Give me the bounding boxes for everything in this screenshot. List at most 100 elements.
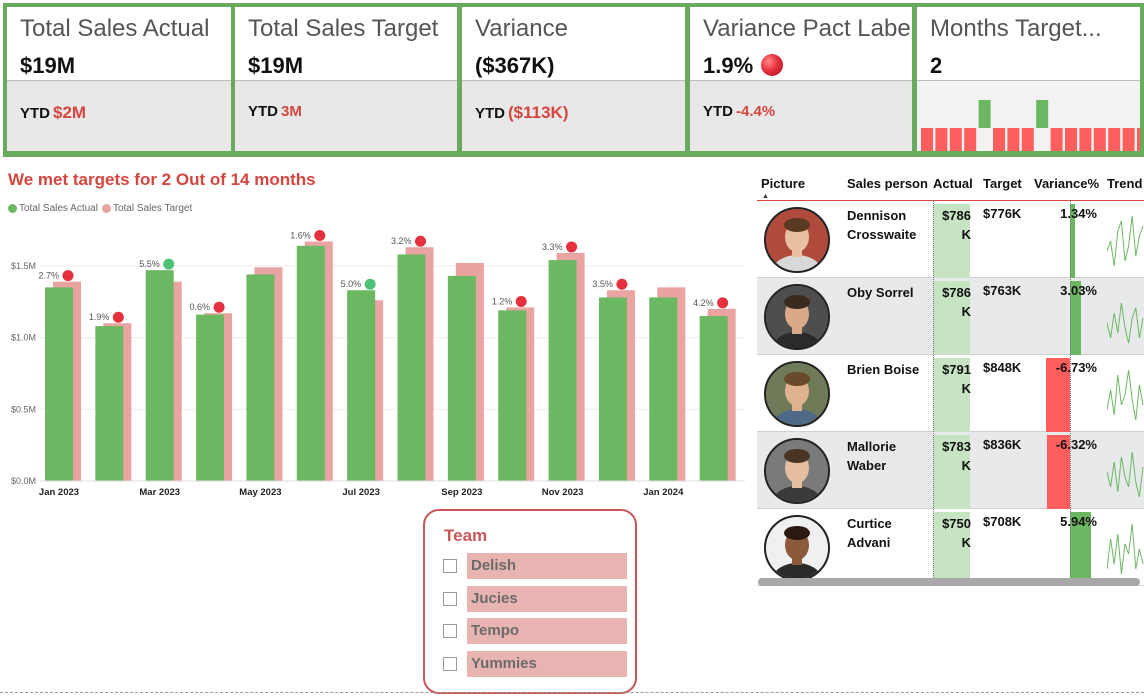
month-missed-bar: [1122, 128, 1135, 151]
checkbox[interactable]: [443, 559, 457, 573]
actual-value: $786 K: [942, 208, 971, 242]
team-option-tempo[interactable]: Tempo: [443, 618, 628, 644]
month-missed-bar: [921, 128, 933, 151]
trend-sparkline: [1107, 369, 1144, 421]
trend-sparkline: [1107, 302, 1144, 344]
actual-bar[interactable]: [598, 297, 627, 481]
actual-bar[interactable]: [45, 287, 73, 481]
team-option-yummies[interactable]: Yummies: [443, 651, 628, 677]
variance-data-label: 3.5%: [592, 279, 613, 289]
actual-bar[interactable]: [498, 310, 527, 481]
checkbox[interactable]: [443, 657, 457, 671]
table-row[interactable]: Curtice Advani $750 K $708K 5.94%: [757, 509, 1144, 586]
variance-data-label: 1.9%: [89, 312, 110, 322]
variance-value: 5.94%: [1060, 514, 1097, 529]
actual-bar[interactable]: [196, 314, 225, 481]
kpi-card-total-sales-actual[interactable]: Total Sales Actual $19M YTD $2M: [7, 7, 231, 151]
ytd-value: 3M: [281, 103, 302, 120]
kpi-card-months-target[interactable]: Months Target... 2: [917, 7, 1140, 151]
sales-person-name: Brien Boise: [847, 362, 920, 377]
actual-value: $786 K: [942, 285, 971, 319]
x-tick-label: Nov 2023: [542, 487, 584, 498]
months-met-bars: [921, 100, 1140, 151]
kpi-value: 2: [930, 53, 943, 78]
col-header-variance[interactable]: Variance%: [1034, 176, 1099, 191]
green-dot-icon: [163, 258, 175, 270]
table-horizontal-scrollbar[interactable]: [758, 578, 1140, 586]
avatar: [764, 515, 830, 581]
legend-item-actual[interactable]: Total Sales Actual: [8, 203, 98, 214]
target-value: $708K: [983, 514, 1022, 529]
month-missed-bar: [949, 128, 962, 151]
actual-value: $791 K: [942, 362, 971, 396]
checkbox[interactable]: [443, 592, 457, 606]
sales-person-name: Oby Sorrel: [847, 285, 914, 300]
kpi-ytd-row: YTD $2M: [7, 80, 231, 151]
y-tick-label: $1.0M: [11, 333, 36, 343]
variance-data-label: 5.5%: [139, 259, 160, 269]
red-dot-icon: [515, 295, 527, 307]
table-row[interactable]: Dennison Crosswaite $786 K $776K 1.34%: [757, 201, 1144, 278]
sort-ascending-icon[interactable]: ▲: [762, 193, 769, 200]
avatar: [764, 361, 830, 427]
kpi-title: Months Target...: [930, 15, 1102, 42]
team-slicer-title: Team: [444, 526, 488, 545]
kpi-card-variance[interactable]: Variance ($367K) YTD ($113K): [462, 7, 685, 151]
avatar: [764, 207, 830, 273]
col-header-actual[interactable]: Actual: [933, 176, 973, 191]
variance-data-label: 1.2%: [492, 296, 513, 306]
red-dot-icon: [761, 54, 784, 77]
kpi-ytd-row: YTD ($113K): [462, 80, 685, 151]
variance-value: -6.73%: [1055, 360, 1097, 375]
team-option-label: Tempo: [467, 618, 627, 644]
month-missed-bar: [1021, 128, 1034, 151]
kpi-card-total-sales-target[interactable]: Total Sales Target $19M YTD 3M: [235, 7, 457, 151]
actual-bar[interactable]: [699, 316, 728, 481]
variance-data-label: 3.2%: [391, 236, 412, 246]
kpi-title: Variance: [475, 15, 568, 42]
actual-bar[interactable]: [246, 274, 275, 481]
month-missed-bar: [1050, 128, 1063, 151]
sales-person-name: Curtice Advani: [847, 516, 892, 550]
kpi-ytd-row: YTD -4.4%: [690, 80, 912, 151]
avatar: [764, 438, 830, 504]
trend-line: [1107, 451, 1144, 498]
month-missed-bar: [1079, 128, 1092, 151]
month-missed-bar: [964, 128, 977, 151]
actual-bar[interactable]: [145, 270, 174, 481]
col-header-target[interactable]: Target: [983, 176, 1022, 191]
actual-bar[interactable]: [649, 297, 678, 481]
variance-data-label: 1.6%: [290, 230, 311, 240]
actual-bar[interactable]: [95, 326, 124, 481]
kpi-card-variance-pact-label[interactable]: Variance Pact Label 1.9% YTD -4.4%: [690, 7, 912, 151]
red-dot-icon: [717, 297, 729, 309]
red-dot-icon: [213, 301, 225, 313]
actual-bar[interactable]: [447, 275, 476, 481]
table-row[interactable]: Brien Boise $791 K $848K -6.73%: [757, 355, 1144, 432]
variance-data-label: 5.0%: [341, 279, 362, 289]
team-option-delish[interactable]: Delish: [443, 553, 628, 579]
col-header-sales-person[interactable]: Sales person: [847, 176, 928, 191]
col-header-picture[interactable]: Picture: [761, 176, 805, 191]
col-header-trend[interactable]: Trend: [1107, 176, 1142, 191]
actual-column-divider: [933, 200, 934, 578]
chart-legend: Total Sales Actual Total Sales Target: [8, 203, 192, 214]
month-missed-bar: [1065, 128, 1077, 151]
actual-bar[interactable]: [347, 290, 376, 481]
y-tick-label: $0.0M: [11, 476, 36, 486]
actual-bar[interactable]: [397, 254, 426, 481]
actual-bar[interactable]: [296, 245, 325, 481]
checkbox[interactable]: [443, 624, 457, 638]
trend-line: [1107, 523, 1144, 575]
y-tick-label: $0.5M: [11, 404, 36, 414]
actual-bar[interactable]: [548, 260, 577, 481]
team-option-jucies[interactable]: Jucies: [443, 586, 628, 612]
legend-item-target[interactable]: Total Sales Target: [101, 203, 192, 214]
table-row[interactable]: Oby Sorrel $786 K $763K 3.03%: [757, 278, 1144, 355]
trend-sparkline: [1107, 215, 1144, 267]
red-dot-icon: [415, 235, 426, 247]
table-row[interactable]: Mallorie Waber $783 K $836K -6.32%: [757, 432, 1144, 509]
chart-title: We met targets for 2 Out of 14 months: [8, 170, 316, 189]
month-missed-bar: [1093, 128, 1106, 151]
trend-line: [1107, 302, 1144, 344]
